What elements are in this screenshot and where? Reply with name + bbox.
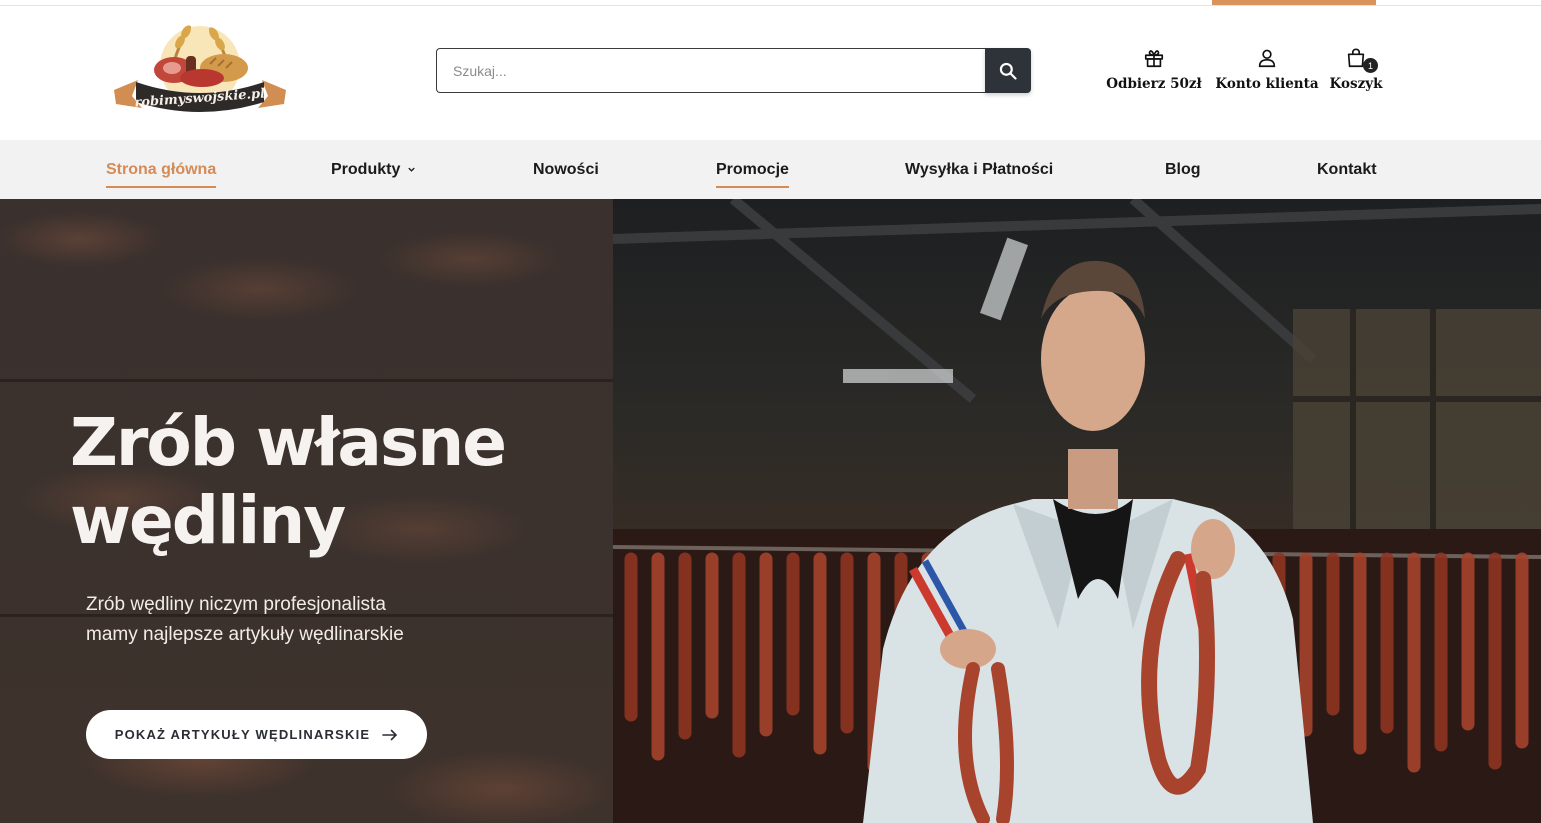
search-input[interactable] (436, 48, 986, 93)
show-sausage-supplies-button[interactable]: POKAŻ ARTYKUŁY WĘDLINARSKIE (86, 710, 427, 759)
hero-banner: Zrób własne wędliny Zrób wędliny niczym … (0, 199, 1541, 823)
nav-item-label: Promocje (716, 160, 789, 178)
nav-item-contact[interactable]: Kontakt (1317, 140, 1377, 199)
logo-image: robimyswojskie.pl (114, 25, 286, 112)
site-logo[interactable]: robimyswojskie.pl (112, 18, 288, 122)
nav-item-new[interactable]: Nowości (533, 140, 599, 199)
active-underline (106, 186, 217, 188)
nav-item-label: Kontakt (1317, 160, 1377, 178)
hero-subtitle-line-1: Zrób wędliny niczym profesjonalista (86, 594, 386, 615)
nav-item-label: Blog (1165, 160, 1201, 178)
site-header: robimyswojskie.pl Odbierz 50zł (0, 6, 1541, 140)
nav-item-label: Produkty (331, 160, 401, 178)
hero-cta-label: POKAŻ ARTYKUŁY WĘDLINARSKIE (114, 727, 371, 742)
search-button[interactable] (985, 48, 1031, 93)
search-bar (436, 48, 1031, 93)
nav-item-home[interactable]: Strona główna (106, 140, 217, 199)
hero-title-line-2: wędliny (70, 482, 346, 559)
claim-50zl-link[interactable]: Odbierz 50zł (1106, 44, 1202, 92)
nav-item-products[interactable]: Produkty (331, 140, 416, 199)
nav-item-shipping-payments[interactable]: Wysyłka i Płatności (905, 140, 1053, 199)
nav-item-label: Nowości (533, 160, 599, 178)
user-icon (1256, 44, 1278, 72)
top-accent-bar (1212, 0, 1376, 5)
arrow-right-icon (382, 729, 398, 741)
claim-50zl-label: Odbierz 50zł (1106, 76, 1202, 92)
butcher-illustration (613, 199, 1541, 823)
cart-label: Koszyk (1329, 76, 1383, 92)
nav-item-promotions[interactable]: Promocje (716, 140, 789, 199)
rack-line (0, 379, 613, 382)
shopping-bag-icon: 1 (1345, 44, 1378, 73)
hero-title-line-1: Zrób własne (70, 404, 507, 481)
cart-count-badge: 1 (1363, 58, 1378, 73)
nav-item-label: Strona główna (106, 160, 217, 178)
customer-account-link[interactable]: Konto klienta (1215, 44, 1319, 92)
gift-icon (1143, 44, 1165, 72)
cart-link[interactable]: 1 Koszyk (1328, 44, 1384, 92)
hero-title: Zrób własne wędliny (70, 404, 590, 560)
hero-subtitle: Zrób wędliny niczym profesjonalista mamy… (86, 590, 506, 650)
customer-account-label: Konto klienta (1215, 76, 1319, 92)
hero-subtitle-line-2: mamy najlepsze artykuły wędlinarskie (86, 624, 404, 645)
nav-item-label: Wysyłka i Płatności (905, 160, 1054, 178)
main-navigation: Strona główna Produkty Nowości Promocje … (0, 140, 1541, 199)
nav-item-blog[interactable]: Blog (1165, 140, 1201, 199)
hover-underline (716, 186, 789, 188)
hero-photo-butcher (613, 199, 1541, 823)
search-icon (998, 61, 1018, 81)
chevron-down-icon (407, 165, 416, 174)
